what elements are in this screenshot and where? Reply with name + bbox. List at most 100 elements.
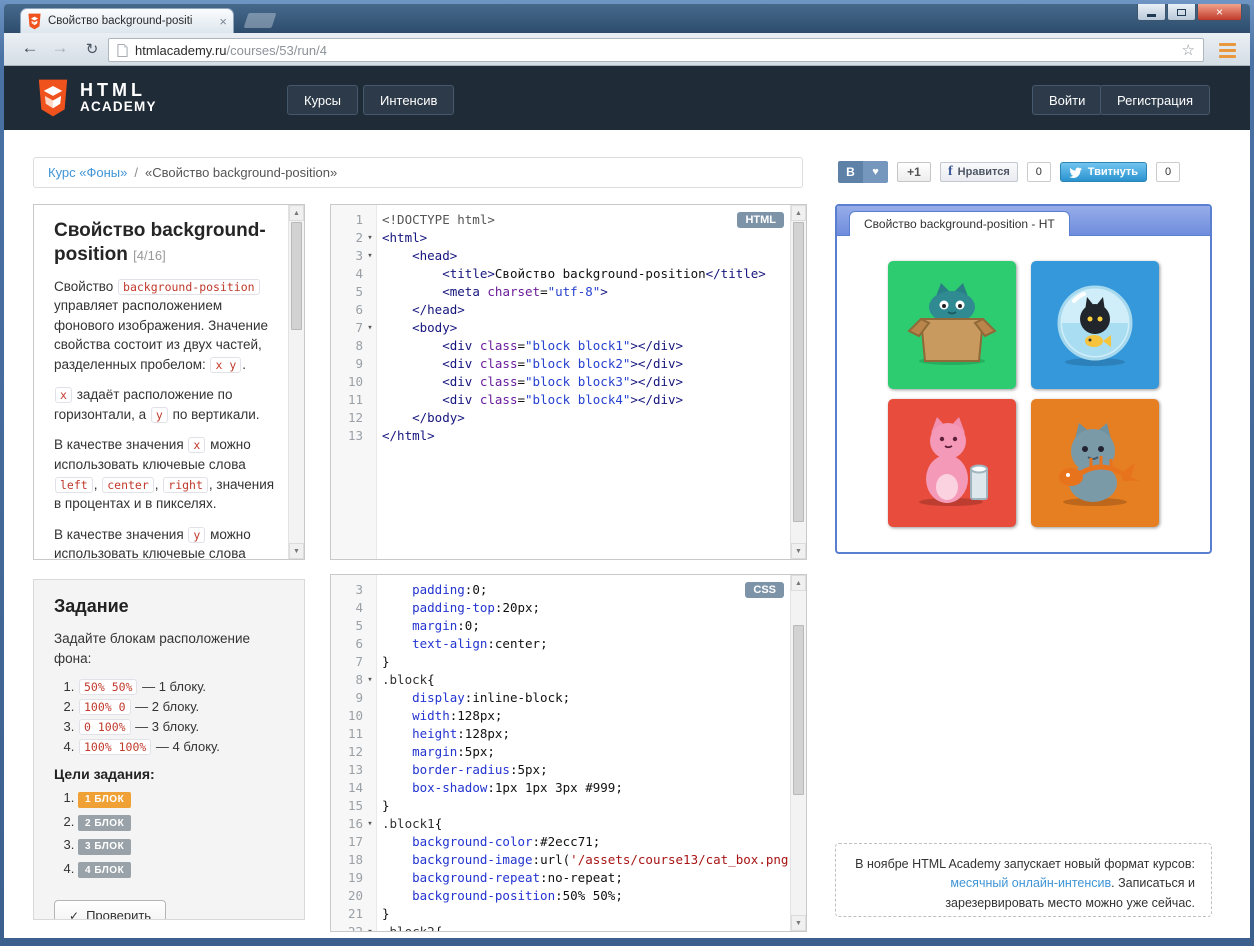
- window-minimize-button[interactable]: [1137, 4, 1166, 21]
- fold-gutter: [363, 779, 377, 797]
- preview-body: [837, 236, 1210, 532]
- reload-button[interactable]: ↻: [80, 40, 104, 58]
- html-editor-scrollbar[interactable]: ▲ ▼: [790, 205, 806, 559]
- browser-tab[interactable]: Свойство background-positi ×: [20, 8, 234, 33]
- code-line[interactable]: 13 border-radius:5px;: [331, 761, 789, 779]
- code-line[interactable]: 9 <div class="block block2"></div>: [331, 355, 789, 373]
- code-line[interactable]: 8 <div class="block block1"></div>: [331, 337, 789, 355]
- code-line[interactable]: 6 </head>: [331, 301, 789, 319]
- code-line[interactable]: 7}: [331, 653, 789, 671]
- css-editor-scrollbar-thumb[interactable]: [793, 625, 804, 795]
- code-line[interactable]: 14 box-shadow:1px 1px 3px #999;: [331, 779, 789, 797]
- code-line[interactable]: 9 display:inline-block;: [331, 689, 789, 707]
- code-line[interactable]: 3 ▾ <head>: [331, 247, 789, 265]
- code-line[interactable]: 5 margin:0;: [331, 617, 789, 635]
- fold-arrow-icon[interactable]: ▾: [363, 247, 377, 265]
- code-line[interactable]: 22 ▾ .block2{: [331, 923, 789, 931]
- fold-gutter: [363, 797, 377, 815]
- tab-close-icon[interactable]: ×: [219, 15, 227, 28]
- line-number: 13: [347, 762, 363, 777]
- code-line[interactable]: 1 <!DOCTYPE html>: [331, 211, 789, 229]
- code-line[interactable]: 2 ▾ <html>: [331, 229, 789, 247]
- code-line[interactable]: 4 padding-top:20px;: [331, 599, 789, 617]
- theory-scrollbar[interactable]: ▲ ▼: [288, 205, 304, 559]
- code-line[interactable]: 7 ▾ <body>: [331, 319, 789, 337]
- css-editor[interactable]: 3 padding:0; 4 padding-top:20px; 5 margin:…: [330, 574, 807, 932]
- preview-window: Свойство background-position - HT: [835, 204, 1212, 554]
- code-line[interactable]: 20 background-position:50% 50%;: [331, 887, 789, 905]
- google-plus-one-button[interactable]: +1: [897, 162, 931, 182]
- bookmark-star-icon[interactable]: ☆: [1182, 41, 1195, 59]
- fold-arrow-icon[interactable]: ▾: [363, 319, 377, 337]
- task-item: 100% 100% — 4 блоку.: [78, 739, 284, 756]
- fold-arrow-icon[interactable]: ▾: [363, 229, 377, 247]
- facebook-like-button[interactable]: f Нравится: [940, 162, 1018, 182]
- scroll-down-icon[interactable]: ▼: [289, 543, 304, 559]
- window-maximize-button[interactable]: [1167, 4, 1196, 21]
- code-line[interactable]: 17 background-color:#2ecc71;: [331, 833, 789, 851]
- code-line[interactable]: 19 background-repeat:no-repeat;: [331, 869, 789, 887]
- code-line[interactable]: 5 <meta charset="utf-8">: [331, 283, 789, 301]
- scroll-down-icon[interactable]: ▼: [791, 543, 806, 559]
- code-line[interactable]: 16 ▾ .block1{: [331, 815, 789, 833]
- fold-gutter: [363, 409, 377, 427]
- code-line[interactable]: 18 background-image:url('/assets/course1…: [331, 851, 806, 869]
- html-editor-scrollbar-thumb[interactable]: [793, 222, 804, 522]
- fold-arrow-icon[interactable]: ▾: [363, 815, 377, 833]
- logo-line2: ACADEMY: [80, 99, 157, 115]
- fold-gutter: [363, 599, 377, 617]
- breadcrumb-course-link[interactable]: Курс «Фоны»: [48, 165, 127, 180]
- check-button[interactable]: ✓ Проверить: [54, 900, 167, 919]
- register-button[interactable]: Регистрация: [1100, 85, 1210, 115]
- fold-arrow-icon[interactable]: ▾: [363, 671, 377, 689]
- line-number: 10: [347, 374, 363, 389]
- theory-scrollbar-thumb[interactable]: [291, 222, 302, 330]
- login-button[interactable]: Войти: [1032, 85, 1103, 115]
- tweet-button[interactable]: Твитнуть: [1059, 162, 1148, 182]
- code-line[interactable]: 4 <title>Свойство background-position</t…: [331, 265, 789, 283]
- fold-gutter: [363, 211, 377, 229]
- logo-line1: HTML: [80, 80, 146, 101]
- code-line[interactable]: 6 text-align:center;: [331, 635, 789, 653]
- site-logo[interactable]: HTML ACADEMY: [36, 78, 157, 118]
- address-bar[interactable]: htmlacademy.ru/courses/53/run/4 ☆: [108, 38, 1204, 62]
- browser-menu-button[interactable]: [1212, 39, 1243, 61]
- nav-courses-button[interactable]: Курсы: [287, 85, 359, 115]
- scroll-up-icon[interactable]: ▲: [791, 205, 806, 221]
- scroll-down-icon[interactable]: ▼: [791, 915, 806, 931]
- code-line[interactable]: 10 <div class="block block3"></div>: [331, 373, 789, 391]
- css-editor-scrollbar[interactable]: ▲ ▼: [790, 575, 806, 931]
- code-line[interactable]: 12 margin:5px;: [331, 743, 789, 761]
- logo-text: HTML ACADEMY: [80, 81, 157, 114]
- window-close-button[interactable]: ×: [1197, 4, 1242, 21]
- fold-gutter: [363, 743, 377, 761]
- theory-paragraph: В качестве значения x можно использовать…: [54, 437, 275, 512]
- html-editor[interactable]: 1 <!DOCTYPE html> 2 ▾ <html> 3 ▾ <head> 4 <titl…: [330, 204, 807, 560]
- scroll-up-icon[interactable]: ▲: [791, 575, 806, 591]
- fold-gutter: [363, 653, 377, 671]
- back-button[interactable]: ←: [18, 38, 42, 58]
- theory-paragraphs: Свойство background-position управляет р…: [54, 277, 279, 559]
- line-number: 4: [355, 266, 363, 281]
- nav-intensive-button[interactable]: Интенсив: [363, 85, 455, 115]
- code-line[interactable]: 21}: [331, 905, 789, 923]
- code-line[interactable]: 8 ▾ .block{: [331, 671, 789, 689]
- scroll-up-icon[interactable]: ▲: [289, 205, 304, 221]
- new-tab-button[interactable]: [243, 13, 277, 28]
- preview-titlebar: Свойство background-position - HT: [837, 206, 1210, 236]
- code-line[interactable]: 12 </body>: [331, 409, 789, 427]
- code-line[interactable]: 13 </html>: [331, 427, 789, 445]
- url-domain: htmlacademy.ru: [135, 42, 227, 58]
- forward-button[interactable]: →: [48, 38, 72, 58]
- goals-title: Цели задания:: [54, 766, 155, 783]
- code-line[interactable]: 3 padding:0;: [331, 581, 789, 599]
- fold-arrow-icon[interactable]: ▾: [363, 923, 377, 931]
- line-number: 9: [355, 356, 363, 371]
- code-line[interactable]: 15}: [331, 797, 789, 815]
- vk-like-button[interactable]: В ♥: [838, 161, 888, 183]
- code-line[interactable]: 11 <div class="block block4"></div>: [331, 391, 789, 409]
- announcement-link[interactable]: месячный онлайн-интенсив: [950, 876, 1111, 890]
- code-line[interactable]: 11 height:128px;: [331, 725, 789, 743]
- code-line[interactable]: 10 width:128px;: [331, 707, 789, 725]
- fold-gutter: [363, 725, 377, 743]
